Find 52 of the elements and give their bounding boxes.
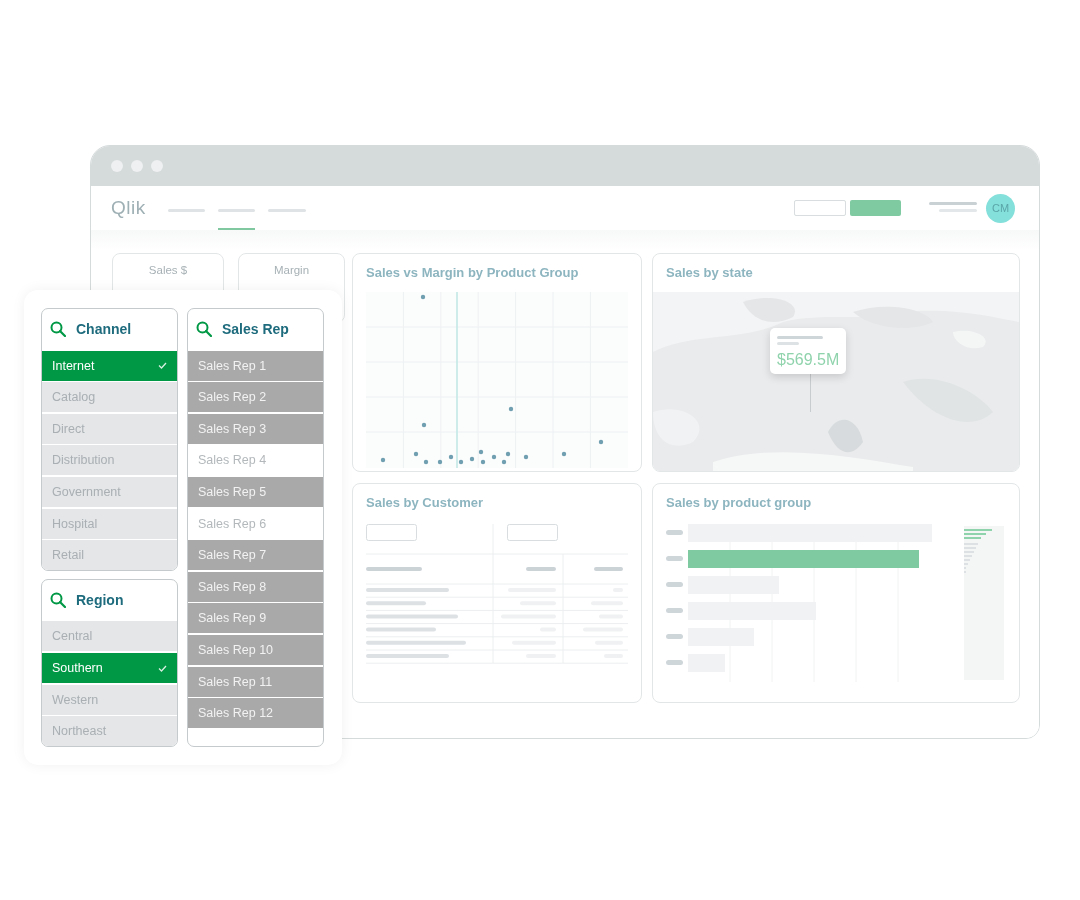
list-item[interactable]: Catalog	[42, 382, 177, 413]
label-placeholder	[666, 530, 683, 535]
secondary-button[interactable]	[794, 200, 846, 216]
list-item[interactable]: Northeast	[42, 716, 177, 746]
list-item[interactable]: Sales Rep 2	[188, 382, 323, 413]
label-placeholder	[666, 556, 683, 561]
list-item[interactable]: Sales Rep 12	[188, 698, 323, 729]
list-item[interactable]: Sales Rep 7	[188, 540, 323, 571]
listbox-title: Channel	[76, 321, 132, 337]
list-item[interactable]: Sales Rep 11	[188, 666, 323, 697]
list-item[interactable]: Government	[42, 476, 177, 507]
tooltip-lines-drawing	[777, 336, 823, 345]
mini-bars-drawing	[964, 529, 992, 573]
label-placeholder	[666, 634, 683, 639]
kpi-label: Margin	[273, 264, 310, 278]
search-icon[interactable]	[50, 321, 66, 337]
list-item[interactable]: Central	[42, 621, 177, 652]
chart-title: Sales by product group	[666, 495, 812, 510]
listbox-title: Sales Rep	[222, 321, 289, 337]
scrollbar-track[interactable]	[964, 526, 1004, 680]
check-icon	[158, 664, 167, 672]
primary-button[interactable]	[850, 200, 901, 216]
logo: Qlik	[111, 197, 146, 219]
search-icon[interactable]	[50, 591, 66, 608]
kpi-label: Sales $	[148, 264, 188, 278]
list-item[interactable]: Sales Rep 1	[188, 350, 323, 381]
label-placeholder	[666, 660, 683, 665]
chart-title: Sales by state	[666, 265, 753, 280]
tooltip-value: $569.5M	[777, 351, 840, 369]
list-item[interactable]: Direct	[42, 413, 177, 444]
list-item[interactable]: Sales Rep 3	[188, 413, 323, 444]
chart-title: Sales by Customer	[366, 495, 484, 510]
list-item[interactable]: Sales Rep 8	[188, 571, 323, 602]
check-icon	[158, 362, 167, 370]
list-item[interactable]: Retail	[42, 540, 177, 570]
leader-line	[810, 372, 811, 412]
list-item[interactable]: Sales Rep 9	[188, 603, 323, 634]
list-item[interactable]: Hospital	[42, 508, 177, 539]
label-placeholder	[666, 608, 683, 613]
list-item[interactable]: Western	[42, 684, 177, 715]
list-item[interactable]: Distribution	[42, 445, 177, 476]
search-icon[interactable]	[196, 321, 212, 337]
listbox-title: Region	[76, 591, 124, 608]
user-name-drawing	[929, 202, 979, 214]
chart-title: Sales vs Margin by Product Group	[366, 265, 579, 280]
list-item[interactable]: Sales Rep 5	[188, 476, 323, 507]
user-avatar[interactable]: CM	[986, 193, 1015, 223]
list-item[interactable]: Internet	[42, 350, 177, 381]
window-dots-icon	[111, 160, 163, 172]
label-placeholder	[666, 582, 683, 587]
list-item[interactable]: Sales Rep 10	[188, 634, 323, 665]
list-item[interactable]: Southern	[42, 653, 177, 683]
